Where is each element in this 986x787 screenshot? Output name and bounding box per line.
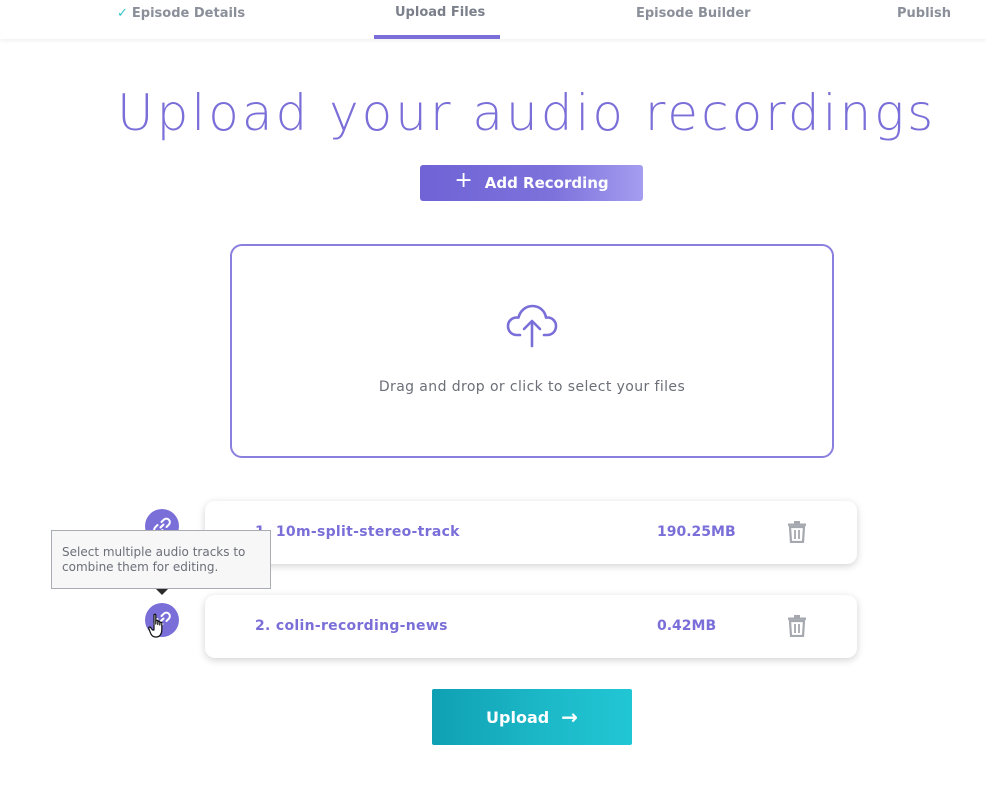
file-row: 2. colin-recording-news 0.42MB <box>205 595 857 658</box>
step-episode-builder[interactable]: Episode Builder <box>636 6 751 21</box>
file-dropzone[interactable]: Drag and drop or click to select your fi… <box>230 244 834 458</box>
link-tooltip: Select multiple audio tracks to combine … <box>51 530 271 595</box>
page-title: Upload your audio recordings <box>117 84 937 142</box>
hand-cursor-icon <box>148 613 163 638</box>
upload-label: Upload <box>486 707 550 727</box>
cloud-upload-icon <box>506 304 558 348</box>
tooltip-arrow <box>156 589 168 595</box>
arrow-right-icon: → <box>561 705 578 729</box>
file-name-text: 10m-split-stereo-track <box>275 524 460 540</box>
step-episode-details[interactable]: ✓ Episode Details <box>117 6 245 21</box>
active-step-indicator <box>374 35 500 39</box>
add-recording-button[interactable]: + Add Recording <box>420 165 643 201</box>
add-recording-label: Add Recording <box>484 174 609 192</box>
plus-icon: + <box>454 168 473 193</box>
step-label: Publish <box>897 6 951 21</box>
trash-icon[interactable] <box>787 521 807 543</box>
file-name-text: colin-recording-news <box>275 618 448 634</box>
checkmark-icon: ✓ <box>117 6 128 21</box>
step-label: Upload Files <box>395 5 486 20</box>
file-name: 2. colin-recording-news <box>255 618 448 634</box>
trash-icon[interactable] <box>787 615 807 637</box>
step-label: Episode Builder <box>636 6 751 21</box>
upload-button[interactable]: Upload → <box>432 689 632 745</box>
step-label: Episode Details <box>131 6 246 21</box>
file-size: 190.25MB <box>657 524 736 540</box>
dropzone-instructions: Drag and drop or click to select your fi… <box>378 379 686 395</box>
step-upload-files[interactable]: Upload Files <box>395 5 485 20</box>
tooltip-text: Select multiple audio tracks to combine … <box>62 545 246 574</box>
step-publish[interactable]: Publish <box>897 6 951 21</box>
wizard-steps-bar: ✓ Episode Details Upload Files Episode Bu… <box>0 0 986 39</box>
file-row: 1. 10m-split-stereo-track 190.25MB <box>205 501 857 564</box>
file-size: 0.42MB <box>657 618 717 634</box>
file-index: 2. <box>255 618 271 634</box>
file-name: 1. 10m-split-stereo-track <box>255 524 460 540</box>
